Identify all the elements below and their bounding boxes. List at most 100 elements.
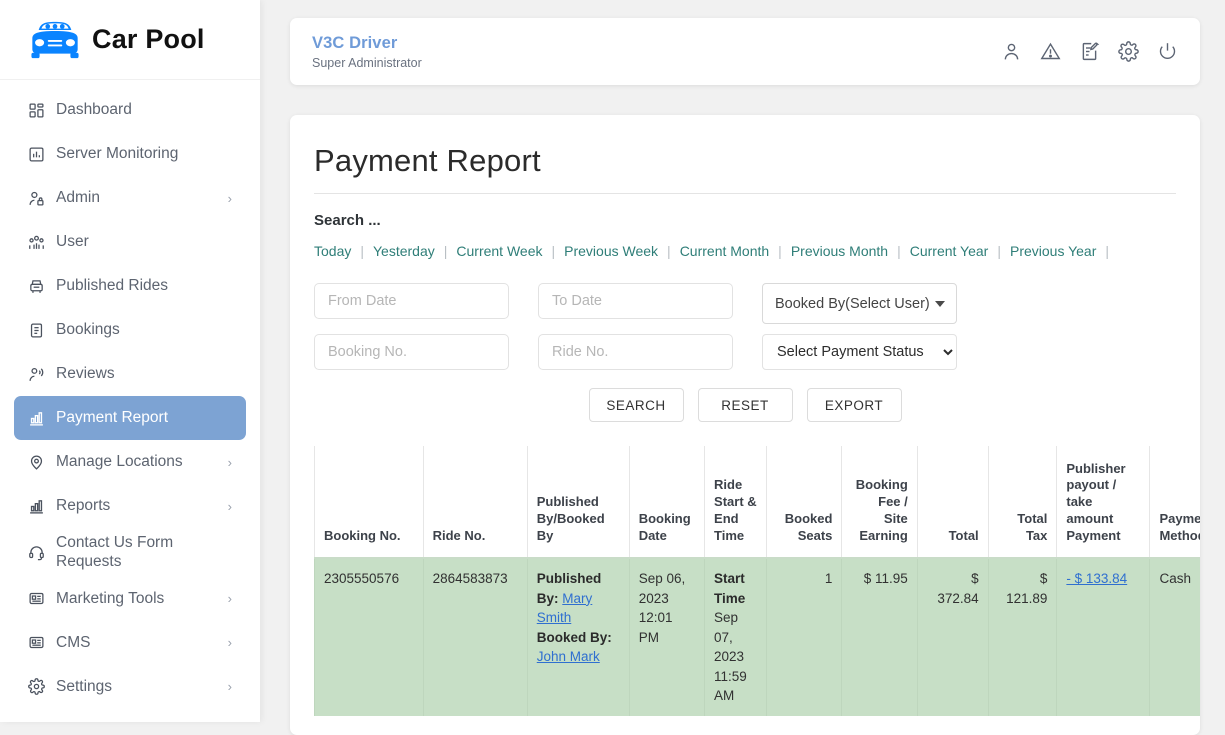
- cell-booking-date: Sep 06, 2023 12:01 PM: [628, 558, 705, 716]
- sidebar-item-label: Reports: [56, 497, 111, 515]
- sidebar-item-user[interactable]: User: [14, 220, 246, 264]
- cell-booking-no: 2305550576: [314, 558, 424, 716]
- separator: |: [897, 243, 901, 259]
- cell-booking-fee: $ 11.95: [841, 558, 918, 716]
- sidebar-item-reviews[interactable]: Reviews: [14, 352, 246, 396]
- cell-publisher-payout: - $ 133.84: [1056, 558, 1150, 716]
- booked-by-cell: Booked By(Select User): [762, 283, 986, 324]
- col-booking-fee-site-earning[interactable]: Booking Fee / Site Earning: [841, 446, 918, 559]
- booked-by-link[interactable]: John Mark: [537, 649, 600, 664]
- search-section-label: Search ...: [314, 212, 381, 229]
- start-time-value: Sep 07, 2023 11:59 AM: [714, 610, 747, 704]
- headset-icon: [28, 544, 54, 561]
- col-payment-method[interactable]: Payment Method: [1149, 446, 1200, 559]
- quick-filter-previous-week[interactable]: Previous Week: [564, 243, 658, 259]
- report-table-scroll[interactable]: Booking No. Ride No. Published By/Booked…: [314, 446, 1200, 716]
- sidebar-item-contact-us-form-requests[interactable]: Contact Us Form Requests: [14, 528, 246, 577]
- col-booked-seats[interactable]: Booked Seats: [766, 446, 842, 559]
- table-head: Booking No. Ride No. Published By/Booked…: [314, 446, 1200, 559]
- gear-icon[interactable]: [1118, 41, 1139, 62]
- chevron-right-icon: ›: [227, 591, 232, 607]
- col-total[interactable]: Total: [916, 446, 989, 559]
- export-button[interactable]: EXPORT: [806, 388, 902, 422]
- separator: |: [997, 243, 1001, 259]
- sidebar-item-payment-report[interactable]: Payment Report: [14, 396, 246, 440]
- bar-chart-icon: [28, 410, 54, 427]
- quick-filter-current-year[interactable]: Current Year: [910, 243, 989, 259]
- sidebar-item-admin[interactable]: Admin ›: [14, 176, 246, 220]
- separator: |: [443, 243, 448, 259]
- id-card-icon: [28, 634, 54, 651]
- warning-triangle-icon[interactable]: [1040, 41, 1061, 62]
- sidebar-item-label: Settings: [56, 678, 113, 696]
- user-icon[interactable]: [1001, 41, 1022, 62]
- account-role: Super Administrator: [312, 55, 422, 70]
- users-group-icon: [28, 234, 54, 251]
- brand-name: Car Pool: [92, 24, 205, 54]
- chevron-right-icon: ›: [227, 454, 232, 470]
- main-area: V3C Driver Super Administrator Payment R…: [260, 0, 1225, 735]
- col-ride-start-end-time[interactable]: Ride Start & End Time: [704, 446, 767, 559]
- payment-status-select[interactable]: Select Payment Status: [762, 334, 957, 370]
- col-booking-date[interactable]: Booking Date: [628, 446, 705, 559]
- separator: |: [1105, 243, 1110, 259]
- sidebar-item-marketing-tools[interactable]: Marketing Tools ›: [14, 577, 246, 621]
- sidebar-item-label: Contact Us Form Requests: [56, 534, 174, 571]
- sidebar-item-label: Bookings: [56, 321, 120, 339]
- publisher-payout-link[interactable]: - $ 133.84: [1066, 571, 1127, 586]
- reset-button[interactable]: RESET: [697, 388, 793, 422]
- form-actions: SEARCH RESET EXPORT: [290, 370, 1200, 422]
- sidebar-item-bookings[interactable]: Bookings: [14, 308, 246, 352]
- sidebar-item-label: Server Monitoring: [56, 145, 179, 163]
- booking-no-input[interactable]: [314, 334, 509, 370]
- sidebar-item-settings[interactable]: Settings ›: [14, 665, 246, 709]
- ride-no-cell: [538, 334, 762, 370]
- chevron-right-icon: ›: [227, 498, 232, 514]
- chevron-right-icon: ›: [227, 190, 232, 206]
- separator: |: [667, 243, 671, 259]
- col-ride-no[interactable]: Ride No.: [422, 446, 528, 559]
- header-icon-group: [1001, 41, 1178, 62]
- gear-icon: [28, 678, 54, 696]
- sidebar-item-reports[interactable]: Reports ›: [14, 484, 246, 528]
- quick-filter-previous-year[interactable]: Previous Year: [1010, 243, 1096, 259]
- quick-filter-today[interactable]: Today: [314, 243, 351, 259]
- sidebar-item-dashboard[interactable]: Dashboard: [14, 88, 246, 132]
- quick-filter-previous-month[interactable]: Previous Month: [791, 243, 888, 259]
- top-header-bar: V3C Driver Super Administrator: [290, 18, 1200, 85]
- booking-no-cell: [314, 334, 538, 370]
- col-published-booked-by[interactable]: Published By/Booked By: [526, 446, 630, 559]
- filter-form: Booked By(Select User) Select Payment St…: [290, 259, 1200, 370]
- sidebar-item-manage-locations[interactable]: Manage Locations ›: [14, 440, 246, 484]
- sidebar-nav: Dashboard Server Monitoring Admin › User…: [0, 80, 260, 709]
- separator: |: [360, 243, 364, 259]
- chevron-right-icon: ›: [227, 679, 232, 695]
- start-time-label: Start Time: [714, 571, 746, 606]
- col-booking-no[interactable]: Booking No.: [314, 446, 424, 559]
- to-date-cell: [538, 283, 762, 324]
- to-date-input[interactable]: [538, 283, 733, 319]
- sidebar-item-server-monitoring[interactable]: Server Monitoring: [14, 132, 246, 176]
- col-publisher-payout[interactable]: Publisher payout / take amount Payment: [1056, 446, 1150, 559]
- power-icon[interactable]: [1157, 41, 1178, 62]
- edit-document-icon[interactable]: [1079, 41, 1100, 62]
- sidebar-item-published-rides[interactable]: Published Rides: [14, 264, 246, 308]
- booked-by-select[interactable]: Booked By(Select User): [762, 283, 957, 324]
- sidebar-item-cms[interactable]: CMS ›: [14, 621, 246, 665]
- col-total-tax[interactable]: Total Tax: [987, 446, 1057, 559]
- payment-status-cell: Select Payment Status: [762, 334, 986, 370]
- sidebar-item-label: Marketing Tools: [56, 590, 165, 608]
- brand-logo[interactable]: Car Pool: [0, 0, 260, 80]
- search-button[interactable]: SEARCH: [588, 388, 684, 422]
- payment-report-table: Booking No. Ride No. Published By/Booked…: [314, 446, 1200, 716]
- separator: |: [551, 243, 556, 259]
- account-name: V3C Driver: [312, 33, 398, 52]
- user-lock-icon: [28, 190, 54, 207]
- quick-filter-current-week[interactable]: Current Week: [456, 243, 542, 259]
- quick-filter-current-month[interactable]: Current Month: [680, 243, 769, 259]
- sidebar-item-label: Manage Locations: [56, 453, 183, 471]
- quick-filter-yesterday[interactable]: Yesterday: [373, 243, 435, 259]
- ride-no-input[interactable]: [538, 334, 733, 370]
- table-row[interactable]: 2305550576 2864583873 Published By: Mary…: [314, 558, 1200, 716]
- from-date-input[interactable]: [314, 283, 509, 319]
